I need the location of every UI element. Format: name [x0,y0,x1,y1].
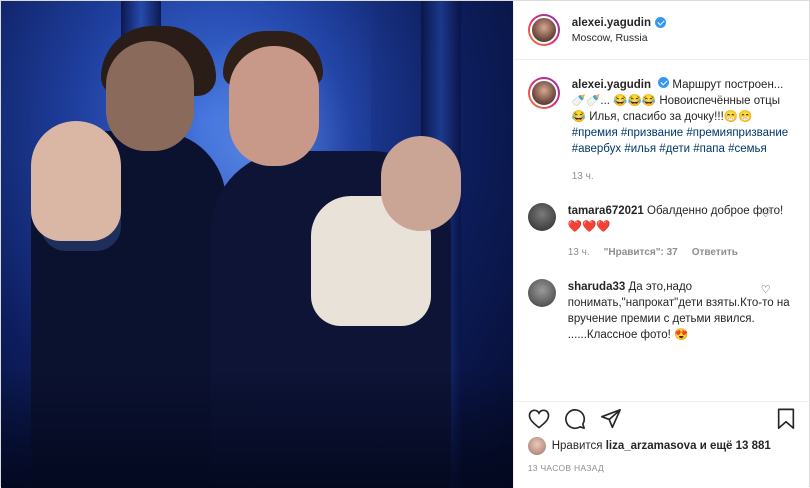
instagram-post: alexei.yagudin Moscow, Russia alexei.yag… [0,0,810,488]
baby-right [381,136,461,231]
likes-count[interactable]: и ещё 13 881 [700,440,771,452]
comments-section: alexei.yagudin Маршрут построен... 🍼🍼...… [514,61,810,401]
reply-button[interactable]: Ответить [692,245,738,261]
comment-item: sharuda33 Да это,надо понимать,"напрокат… [527,279,797,343]
verified-icon [655,17,666,28]
comment-username[interactable]: tamara672021 [568,205,644,217]
likes-user[interactable]: liza_arzamasova [606,440,697,452]
verified-icon [658,77,670,88]
comment-like-icon[interactable]: ♡ [761,283,773,296]
bookmark-icon[interactable] [775,408,797,430]
comment-likes[interactable]: "Нравится": 37 [604,245,678,261]
comment-time: 13 ч. [567,247,590,258]
man-left-head [106,41,194,151]
man-right-head [229,46,319,166]
floor-shadow [1,368,513,488]
comment-item: tamara672021 Обалденно доброе фото! ❤️❤️… [527,203,797,261]
post-header: alexei.yagudin Moscow, Russia [513,1,809,60]
caption-hashtags[interactable]: #премия #призвание #премияпризвание #аве… [572,127,788,155]
baby-left [31,121,121,241]
post-side-panel: alexei.yagudin Moscow, Russia alexei.yag… [512,1,810,488]
commenter-avatar[interactable] [527,203,556,231]
comment-icon[interactable] [564,408,586,430]
author-avatar[interactable] [527,14,560,46]
posted-time: 13 ЧАСОВ НАЗАД [527,463,605,473]
share-icon[interactable] [600,408,622,430]
caption-time: 13 ч. [571,171,594,182]
commenter-avatar[interactable] [527,279,556,307]
post-photo[interactable] [1,1,513,488]
heart-icon[interactable] [528,408,550,430]
comment-like-icon[interactable]: ♡ [761,207,773,220]
action-bar [513,401,810,435]
likes-summary: Нравится liza_arzamasova и ещё 13 881 [527,437,771,455]
author-username[interactable]: alexei.yagudin [572,17,651,29]
caption: alexei.yagudin Маршрут построен... 🍼🍼...… [527,77,797,185]
author-location[interactable]: Moscow, Russia [572,32,666,44]
liker-avatar[interactable] [527,437,546,455]
caption-username[interactable]: alexei.yagudin [572,79,651,91]
likes-prefix: Нравится [551,440,603,452]
caption-avatar[interactable] [527,77,560,109]
comment-username[interactable]: sharuda33 [568,281,626,293]
